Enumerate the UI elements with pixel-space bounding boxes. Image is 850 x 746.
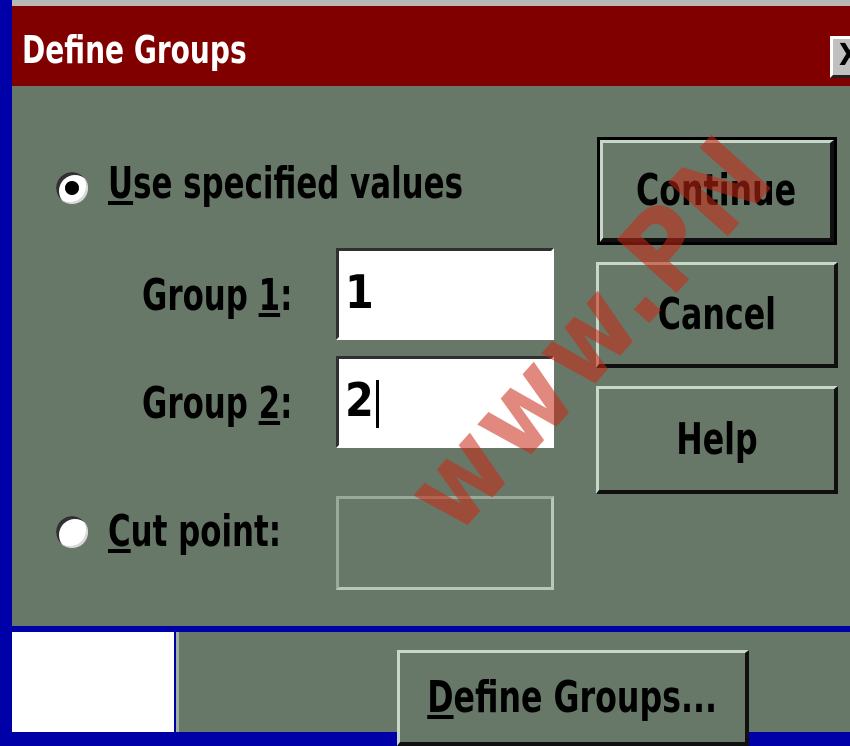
cut-point-mnemonic: C — [108, 506, 131, 557]
continue-button[interactable]: Continue — [597, 137, 837, 245]
help-label: Help — [675, 414, 758, 465]
cancel-button[interactable]: Cancel — [596, 262, 838, 368]
cut-point-input[interactable] — [336, 496, 554, 590]
cut-point-radio[interactable] — [56, 516, 88, 548]
group1-label: Group 1: — [142, 270, 292, 321]
group2-label: Group 2: — [142, 378, 292, 429]
continue-label: Continue — [636, 165, 797, 216]
background-panel: Define Groups... — [176, 632, 850, 746]
use-specified-text: se specified values — [133, 158, 463, 209]
group2-label-key: 2 — [258, 378, 281, 429]
group1-value: 1 — [345, 265, 374, 319]
group2-value: 2 — [345, 373, 374, 427]
cut-point-label[interactable]: Cut point: — [108, 506, 281, 557]
radio-selected-dot — [65, 181, 79, 195]
group2-input[interactable]: 2 — [336, 356, 554, 448]
help-button[interactable]: Help — [596, 386, 838, 494]
group1-label-key: 1 — [258, 270, 281, 321]
group2-label-pre: Group — [142, 378, 259, 429]
group2-label-post: : — [280, 378, 293, 429]
use-specified-mnemonic: U — [108, 158, 134, 209]
define-groups-label: Define Groups... — [428, 672, 718, 723]
define-groups-text: efine Groups... — [453, 672, 718, 723]
cut-point-text: ut point: — [130, 506, 282, 557]
define-groups-dialog: Define Groups X Use specified values Gro… — [12, 0, 850, 626]
close-button[interactable]: X — [830, 36, 850, 78]
group1-label-pre: Group — [142, 270, 259, 321]
use-specified-values-radio[interactable] — [56, 172, 88, 204]
group1-label-post: : — [280, 270, 293, 321]
background-list-area — [12, 632, 174, 732]
dialog-title: Define Groups — [22, 28, 247, 72]
cancel-label: Cancel — [657, 289, 776, 340]
define-groups-mnemonic: D — [427, 672, 454, 723]
text-caret — [375, 379, 379, 428]
use-specified-values-label[interactable]: Use specified values — [108, 158, 463, 209]
group1-input[interactable]: 1 — [336, 248, 554, 340]
title-bar: Define Groups X — [12, 0, 850, 86]
